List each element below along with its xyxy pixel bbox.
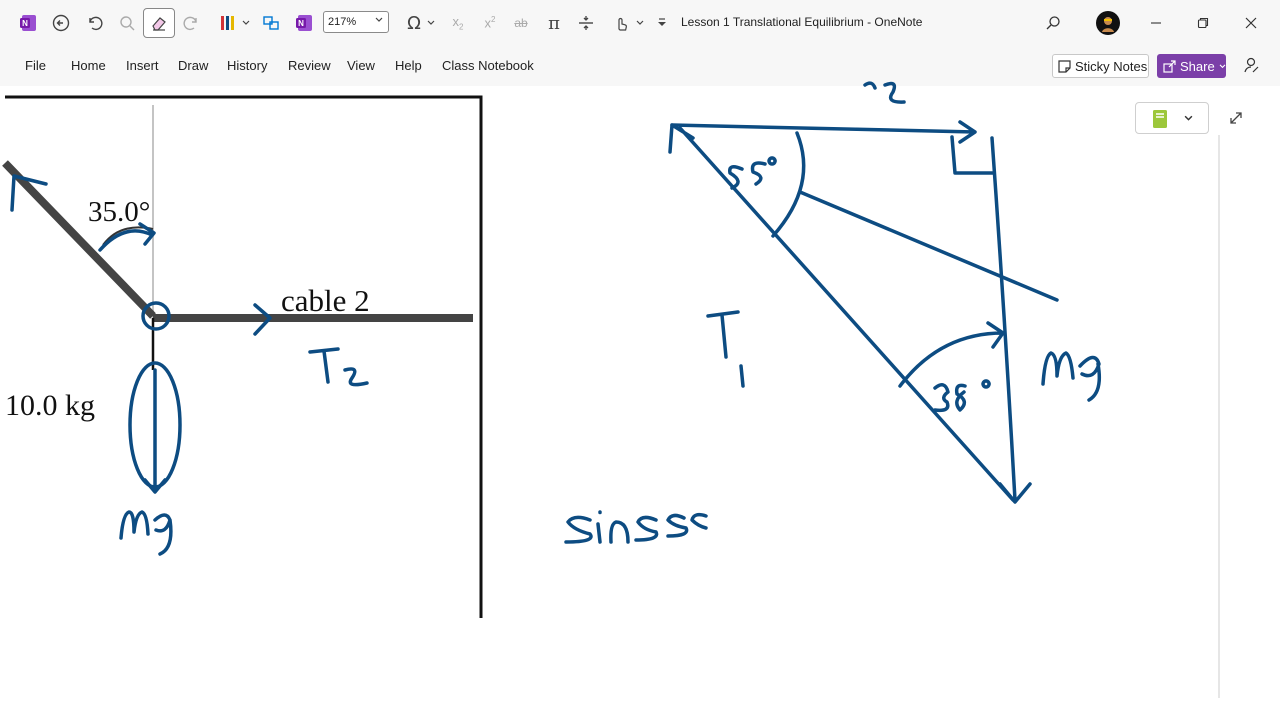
ink-force-triangle [564, 81, 1102, 544]
ink-arc-35 [898, 321, 1005, 388]
ink-label-t2-top [863, 81, 906, 104]
ink-label-t1 [706, 310, 745, 388]
mass-label: 10.0 kg [5, 389, 95, 422]
ink-label-t2 [308, 347, 369, 387]
ink-text-sin55 [564, 510, 708, 544]
note-drawing: 35.0° cable 2 10.0 kg [2, 81, 1102, 618]
pasted-diagram: 35.0° cable 2 10.0 kg [2, 95, 483, 618]
ink-vector-t2 [670, 120, 977, 144]
ink-label-mg-left [119, 510, 173, 556]
ink-arc-55 [771, 131, 806, 238]
ink-weight-arrow [143, 368, 167, 494]
ink-annotations-left [10, 174, 369, 556]
ink-label-mg-right [1041, 351, 1102, 402]
ink-vector-mg [990, 136, 1032, 504]
cable-1 [2, 160, 156, 319]
ink-label-55 [728, 156, 777, 190]
ink-reference-line [798, 190, 1059, 302]
cable-label: cable 2 [281, 283, 370, 318]
ink-label-35 [933, 379, 991, 413]
